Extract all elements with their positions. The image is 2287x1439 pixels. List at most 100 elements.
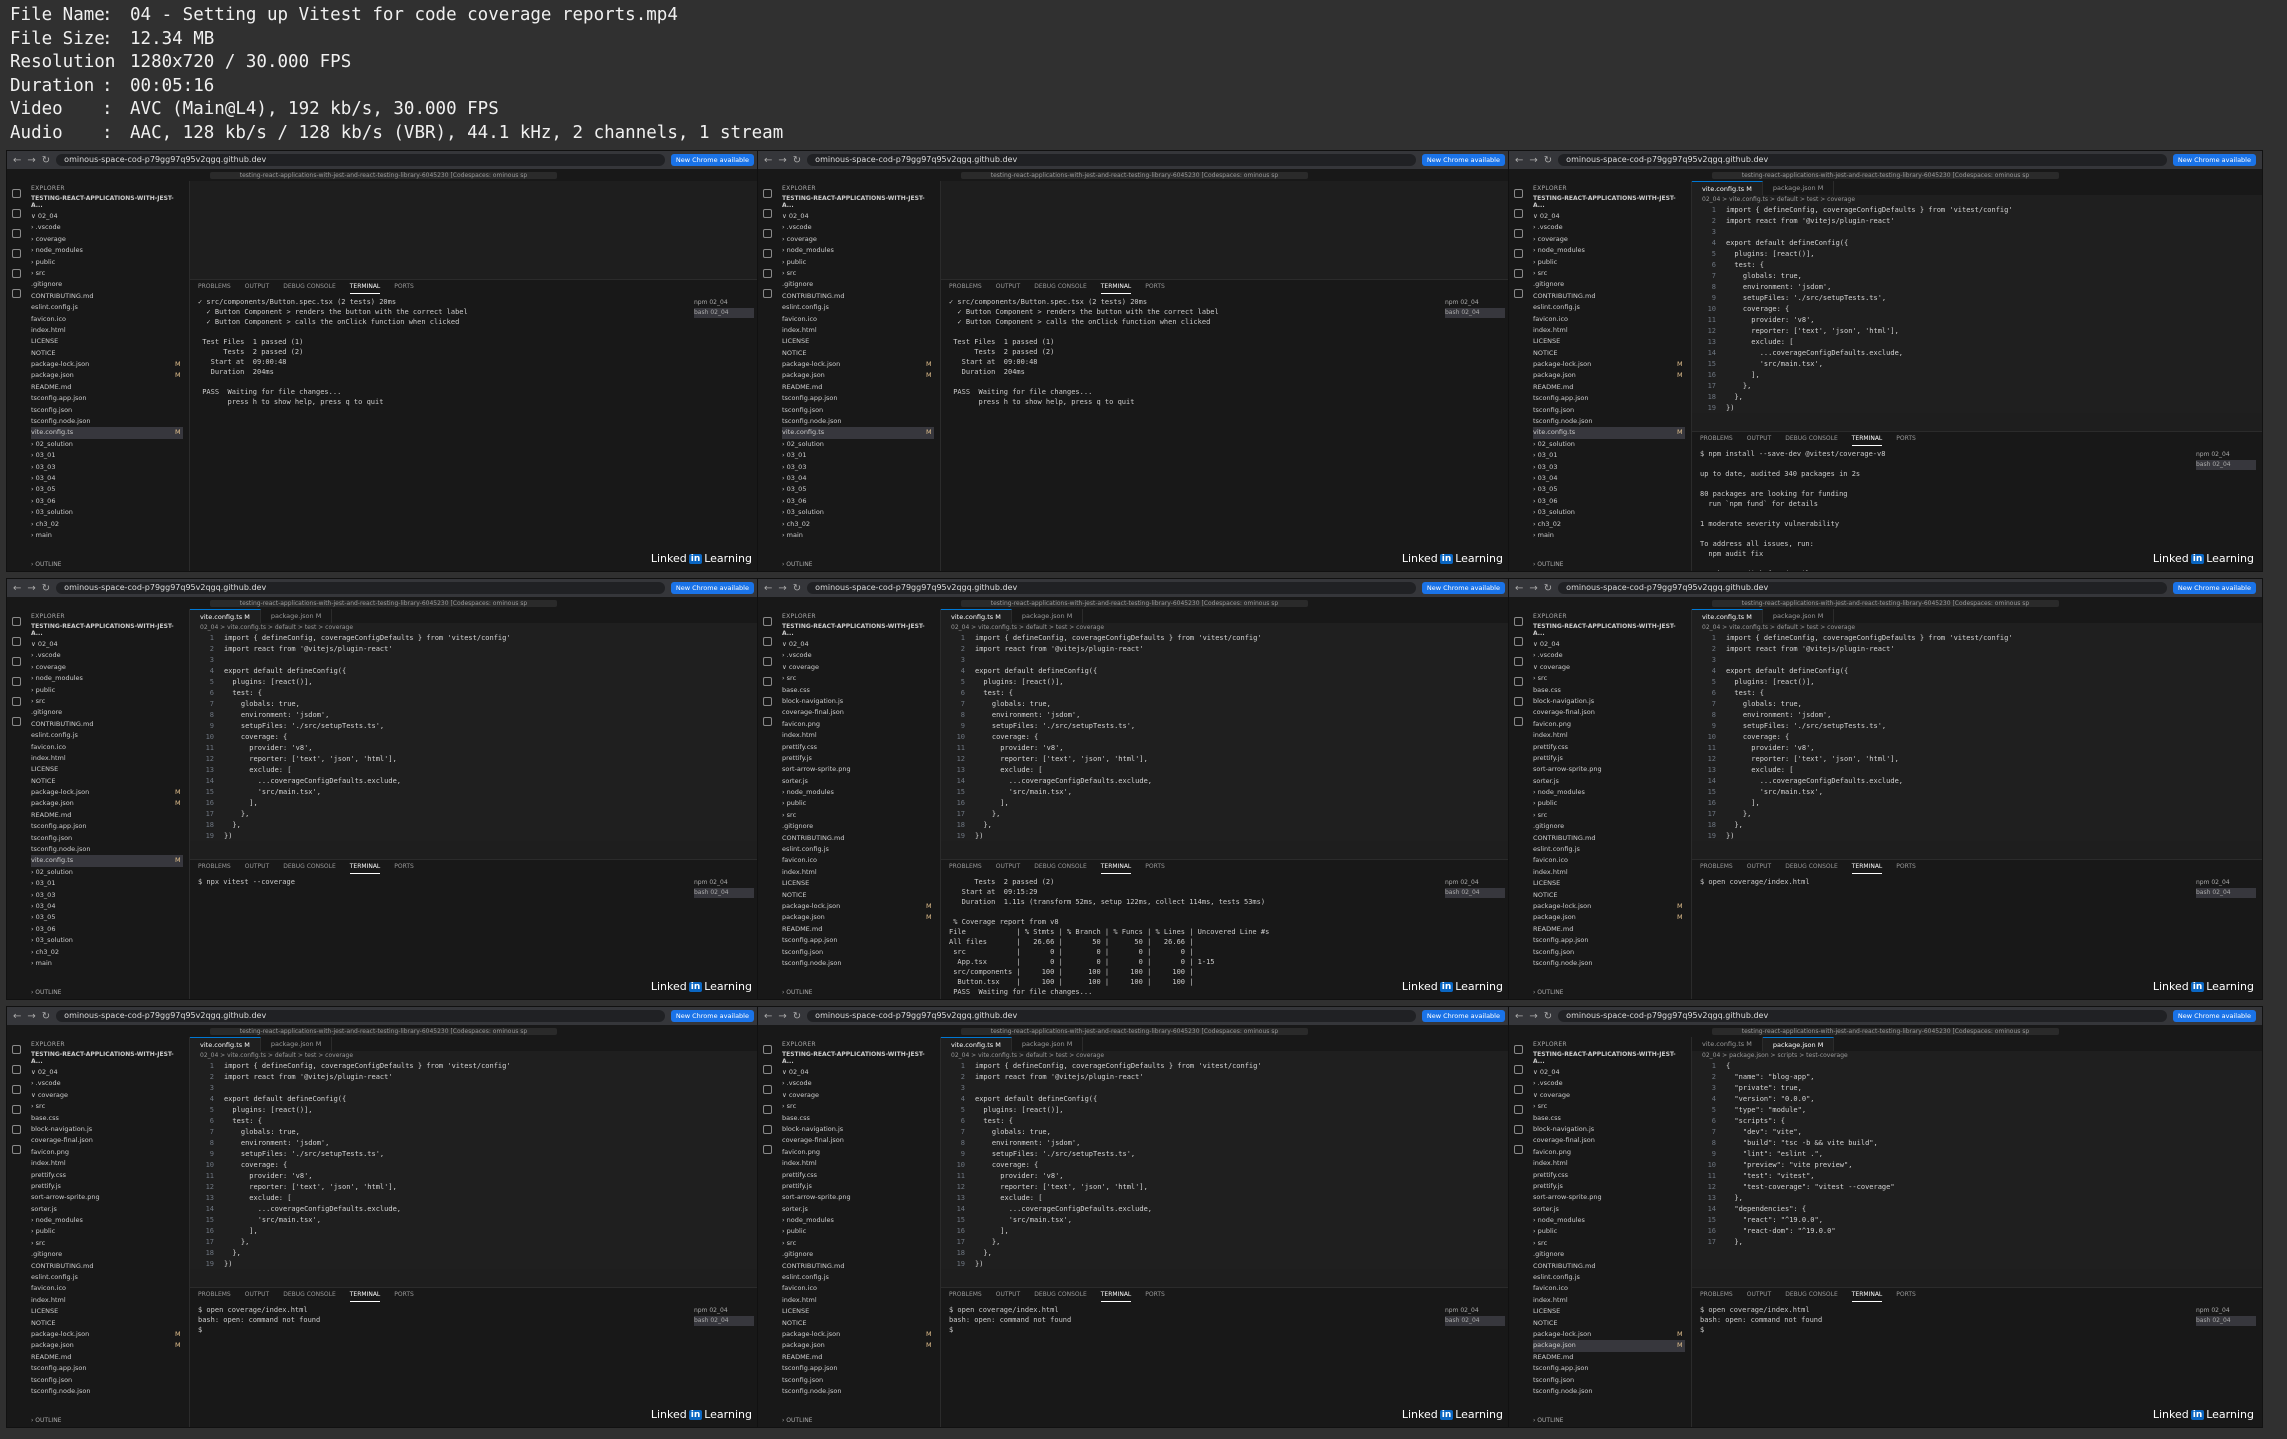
codespace-title[interactable]: testing-react-applications-with-jest-and… [209, 599, 558, 607]
panel-tab-output[interactable]: OUTPUT [996, 280, 1020, 294]
tree-item[interactable]: › 03_05 [1533, 484, 1685, 495]
tree-item[interactable]: NOTICE [1533, 890, 1685, 901]
tree-item[interactable]: index.html [31, 1158, 183, 1169]
extensions-icon[interactable] [11, 1125, 21, 1134]
tree-item[interactable]: › ch3_02 [1533, 519, 1685, 530]
tree-item[interactable]: favicon.ico [31, 314, 183, 325]
outline-section[interactable]: › OUTLINE [782, 1417, 812, 1424]
explorer-icon[interactable] [762, 189, 772, 198]
tree-item[interactable]: base.css [782, 685, 934, 696]
tree-item[interactable]: › src [1533, 1101, 1685, 1112]
tree-item[interactable]: .gitignore [31, 1249, 183, 1260]
tree-item[interactable]: › src [782, 268, 934, 279]
breadcrumb[interactable]: 02_04 > vite.config.ts > default > test … [941, 1051, 1511, 1061]
panel-tab-terminal[interactable]: TERMINAL [1851, 860, 1883, 874]
tree-item[interactable]: package.json M [31, 798, 183, 809]
panel-tab-terminal[interactable]: TERMINAL [1851, 432, 1883, 446]
tree-item[interactable]: › src [782, 1101, 934, 1112]
outline-section[interactable]: › OUTLINE [782, 989, 812, 996]
tree-item[interactable]: sorter.js [1533, 1204, 1685, 1215]
outline-section[interactable]: › OUTLINE [1533, 561, 1563, 568]
breadcrumb[interactable]: 02_04 > vite.config.ts > default > test … [1692, 623, 2262, 633]
panel-tab-output[interactable]: OUTPUT [996, 1288, 1020, 1302]
tree-item[interactable]: › node_modules [1533, 787, 1685, 798]
tree-item[interactable]: › node_modules [782, 1215, 934, 1226]
tree-item[interactable]: › main [31, 530, 183, 541]
tree-item[interactable]: › 03_solution [31, 507, 183, 518]
tree-item[interactable]: LICENSE [31, 764, 183, 775]
tree-item[interactable]: tsconfig.json [31, 833, 183, 844]
panel-tab-debug-console[interactable]: DEBUG CONSOLE [283, 860, 336, 874]
codespace-title[interactable]: testing-react-applications-with-jest-and… [960, 599, 1309, 607]
panel-tab-terminal[interactable]: TERMINAL [349, 280, 381, 294]
tree-item[interactable]: › coverage [1533, 234, 1685, 245]
tree-item[interactable]: NOTICE [1533, 348, 1685, 359]
tree-item[interactable]: › node_modules [1533, 1215, 1685, 1226]
tree-item[interactable]: tsconfig.node.json [31, 844, 183, 855]
tree-item[interactable]: sort-arrow-sprite.png [782, 764, 934, 775]
tree-item[interactable]: ∨ 02_04 [1533, 1067, 1685, 1078]
panel-tab-terminal[interactable]: TERMINAL [1100, 280, 1132, 294]
tab-vite-config[interactable]: vite.config.ts M [1692, 609, 1763, 623]
terminal-instance[interactable]: bash 02_04 [694, 1316, 754, 1326]
remote-icon[interactable] [1513, 717, 1523, 726]
tree-item[interactable]: NOTICE [1533, 1318, 1685, 1329]
address-bar[interactable]: ominous-space-cod-p79gg97q95v2qgq.github… [56, 154, 665, 166]
remote-icon[interactable] [1513, 289, 1523, 298]
tree-item[interactable]: prettify.js [1533, 753, 1685, 764]
code-editor[interactable]: 1 import { defineConfig, coverageConfigDe… [1692, 205, 2262, 414]
tree-item[interactable]: tsconfig.json [1533, 405, 1685, 416]
outline-section[interactable]: › OUTLINE [31, 561, 61, 568]
reload-icon[interactable]: ↻ [1544, 155, 1552, 166]
tree-item[interactable]: tsconfig.app.json [31, 393, 183, 404]
tab-vite-config[interactable]: vite.config.ts M [941, 609, 1012, 623]
tree-item[interactable]: NOTICE [31, 348, 183, 359]
terminal-output[interactable]: $ open coverage/index.html bash: open: co… [190, 1302, 760, 1338]
panel-tab-ports[interactable]: PORTS [394, 280, 414, 294]
extensions-icon[interactable] [1513, 697, 1523, 706]
new-chrome-button[interactable]: New Chrome available [2172, 582, 2256, 594]
tree-item[interactable]: index.html [782, 867, 934, 878]
panel-tab-debug-console[interactable]: DEBUG CONSOLE [1034, 280, 1087, 294]
tree-item[interactable]: sort-arrow-sprite.png [31, 1192, 183, 1203]
explorer-icon[interactable] [762, 1045, 772, 1054]
forward-icon[interactable]: → [27, 583, 35, 594]
panel-tab-debug-console[interactable]: DEBUG CONSOLE [1785, 1288, 1838, 1302]
tree-item[interactable]: › .vscode [1533, 650, 1685, 661]
panel-tab-ports[interactable]: PORTS [394, 1288, 414, 1302]
explorer-icon[interactable] [1513, 189, 1523, 198]
tree-item[interactable]: block-navigation.js [782, 1124, 934, 1135]
tree-item[interactable]: favicon.ico [1533, 314, 1685, 325]
tree-item[interactable]: › .vscode [782, 1078, 934, 1089]
tree-item[interactable]: › node_modules [31, 245, 183, 256]
tree-item[interactable]: README.md [31, 1352, 183, 1363]
tree-item[interactable]: › src [31, 268, 183, 279]
panel-tab-problems[interactable]: PROBLEMS [949, 860, 982, 874]
forward-icon[interactable]: → [1529, 155, 1537, 166]
tree-item[interactable]: › 03_05 [31, 484, 183, 495]
tree-item[interactable]: tsconfig.json [31, 1375, 183, 1386]
source-control-icon[interactable] [11, 657, 21, 666]
tree-item[interactable]: › coverage [782, 234, 934, 245]
reload-icon[interactable]: ↻ [793, 583, 801, 594]
tree-item[interactable]: prettify.css [1533, 1170, 1685, 1181]
address-bar[interactable]: ominous-space-cod-p79gg97q95v2qgq.github… [1558, 154, 2167, 166]
tree-item[interactable]: › 03_04 [782, 473, 934, 484]
tree-item[interactable]: coverage-final.json [782, 707, 934, 718]
tree-item[interactable]: .gitignore [782, 1249, 934, 1260]
terminal-instance[interactable]: npm 02_04 [1445, 878, 1505, 888]
tree-item[interactable]: index.html [31, 1295, 183, 1306]
tree-item[interactable]: › public [1533, 257, 1685, 268]
tree-item[interactable]: ∨ 02_04 [782, 211, 934, 222]
tree-item[interactable]: NOTICE [31, 776, 183, 787]
tree-item[interactable]: tsconfig.app.json [1533, 393, 1685, 404]
tree-item[interactable]: ∨ 02_04 [31, 1067, 183, 1078]
search-icon[interactable] [1513, 209, 1523, 218]
outline-section[interactable]: › OUTLINE [31, 1417, 61, 1424]
tree-item[interactable]: LICENSE [1533, 878, 1685, 889]
tab-package-json[interactable]: package.json M [1763, 609, 1835, 623]
tree-item[interactable]: › coverage [31, 662, 183, 673]
tree-item[interactable]: package.json M [31, 370, 183, 381]
back-icon[interactable]: ← [13, 1011, 21, 1022]
tree-item[interactable]: › 03_solution [1533, 507, 1685, 518]
